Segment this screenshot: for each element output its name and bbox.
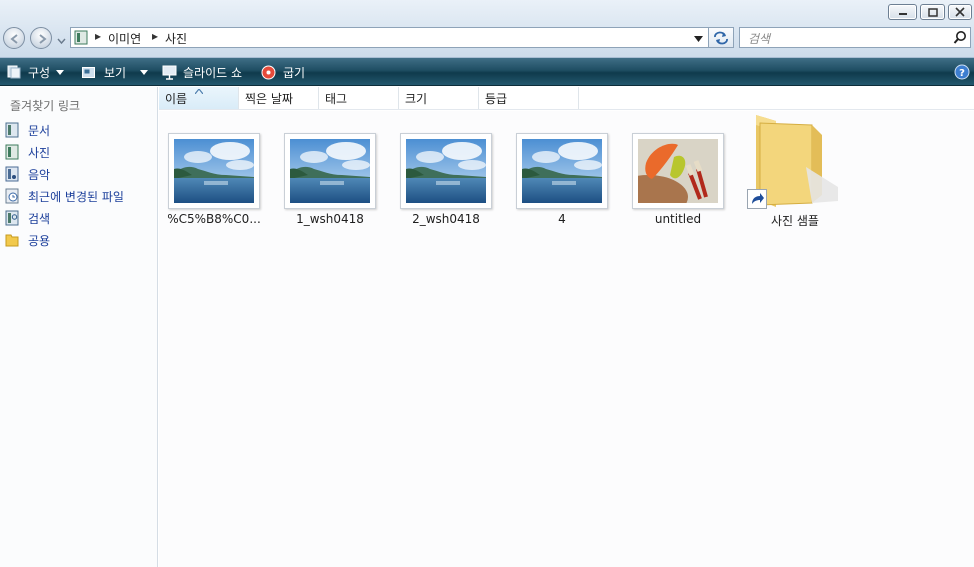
slideshow-button[interactable]: 슬라이드 쇼: [162, 58, 242, 86]
sidebar-item-recent[interactable]: 최근에 변경된 파일: [5, 186, 124, 206]
column-tags[interactable]: 태그: [319, 87, 399, 109]
sidebar-item-label: 사진: [28, 145, 51, 160]
minimize-button[interactable]: [888, 4, 917, 20]
column-rating[interactable]: 등급: [479, 87, 579, 109]
address-dropdown-icon[interactable]: [694, 32, 703, 46]
recent-files-icon: [5, 188, 19, 204]
file-name: 1_wsh0418: [296, 212, 364, 226]
file-name: untitled: [654, 212, 702, 226]
image-thumbnail: [284, 133, 376, 209]
search-input[interactable]: 검색: [748, 30, 770, 47]
column-name[interactable]: 이름: [159, 87, 239, 109]
chevron-down-icon: [57, 38, 66, 45]
views-button[interactable]: 보기: [82, 58, 149, 86]
chevron-down-icon: [56, 69, 65, 75]
command-bar: 구성 보기 슬라이드 쇼 굽기 ?: [0, 58, 974, 86]
burn-disc-icon: [261, 65, 276, 79]
refresh-icon: [714, 31, 728, 45]
column-rating-label: 등급: [485, 91, 508, 106]
sidebar-item-searches[interactable]: 검색: [5, 208, 50, 228]
views-icon: [82, 66, 95, 78]
column-headers: 이름 찍은 날짜 태그 크기 등급: [159, 87, 974, 110]
search-folder-icon: [5, 210, 19, 226]
breadcrumb-pictures[interactable]: 사진: [165, 30, 187, 47]
image-thumbnail: [516, 133, 608, 209]
documents-icon: [5, 122, 19, 138]
navigation-pane: 즐겨찾기 링크 문서 사진 음악 최근에 변경된 파일 검색 공용: [0, 87, 158, 567]
forward-button[interactable]: [30, 27, 52, 49]
pictures-folder-icon: [74, 30, 88, 48]
image-thumbnail: [168, 133, 260, 209]
back-arrow-icon: [10, 34, 18, 44]
organize-label: 구성: [28, 65, 51, 80]
breadcrumb-separator-icon: ▸: [95, 29, 102, 43]
painting-thumbnail: [632, 133, 724, 209]
minimize-icon: [889, 5, 916, 19]
svg-text:?: ?: [959, 68, 965, 79]
sidebar-item-pictures[interactable]: 사진: [5, 142, 50, 162]
sort-ascending-icon: [195, 89, 203, 94]
sidebar-item-documents[interactable]: 문서: [5, 120, 50, 140]
sidebar-item-public[interactable]: 공용: [5, 230, 50, 250]
refresh-button[interactable]: [708, 27, 734, 48]
file-list: %C5%B8%C0... 1_wsh0418 2_wsh0418 4 untit…: [159, 111, 974, 567]
column-size-label: 크기: [405, 91, 428, 106]
forward-arrow-icon: [39, 34, 47, 44]
slideshow-icon: [162, 65, 177, 80]
chevron-down-icon: [140, 69, 149, 75]
recent-pages-dropdown[interactable]: [57, 34, 66, 45]
music-icon: [5, 166, 19, 182]
maximize-icon: [921, 5, 944, 19]
breadcrumb-user[interactable]: 이미연: [108, 30, 141, 47]
sidebar-item-label: 문서: [28, 123, 51, 138]
column-name-label: 이름: [165, 91, 188, 106]
image-thumbnail: [400, 133, 492, 209]
search-icon[interactable]: [953, 30, 967, 48]
close-button[interactable]: [948, 4, 972, 20]
address-bar[interactable]: ▸ 이미연 ▸ 사진: [70, 27, 734, 48]
shortcut-arrow-icon: [747, 189, 767, 209]
sidebar-item-music[interactable]: 음악: [5, 164, 50, 184]
file-name: %C5%B8%C0...: [167, 212, 261, 226]
favorite-links-header: 즐겨찾기 링크: [10, 99, 81, 113]
views-label: 보기: [104, 65, 127, 80]
sidebar-item-label: 음악: [28, 167, 51, 182]
burn-button[interactable]: 굽기: [261, 58, 305, 86]
burn-label: 굽기: [283, 65, 306, 80]
file-name: 2_wsh0418: [412, 212, 480, 226]
search-box[interactable]: 검색: [739, 27, 971, 48]
close-icon: [949, 5, 971, 19]
column-date-taken[interactable]: 찍은 날짜: [239, 87, 319, 109]
public-folder-icon: [5, 232, 19, 248]
slideshow-label: 슬라이드 쇼: [183, 65, 243, 80]
sidebar-item-label: 최근에 변경된 파일: [28, 189, 124, 204]
file-name: 4: [558, 212, 566, 226]
sidebar-item-label: 공용: [28, 233, 51, 248]
organize-icon: [7, 65, 21, 79]
sidebar-item-label: 검색: [28, 211, 51, 226]
help-button[interactable]: ?: [954, 58, 970, 86]
column-size[interactable]: 크기: [399, 87, 479, 109]
back-button[interactable]: [3, 27, 25, 49]
column-date-taken-label: 찍은 날짜: [245, 91, 293, 106]
help-icon: ?: [954, 64, 970, 80]
column-tags-label: 태그: [325, 91, 348, 106]
maximize-button[interactable]: [920, 4, 945, 20]
organize-button[interactable]: 구성: [7, 58, 65, 86]
pictures-icon: [5, 144, 19, 160]
breadcrumb-separator-icon: ▸: [152, 29, 159, 43]
folder-name: 사진 샘플: [771, 214, 819, 228]
